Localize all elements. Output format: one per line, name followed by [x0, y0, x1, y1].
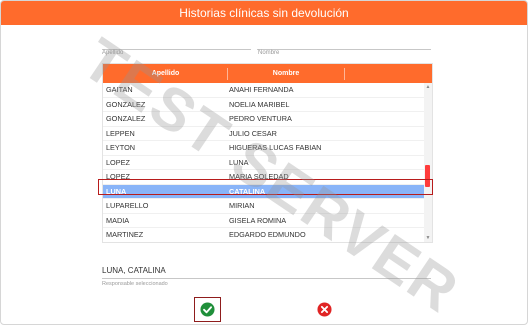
table-row[interactable]: MARTINEZ EDGARDO EDMUNDO	[103, 228, 424, 242]
table-row[interactable]: GAITAN ANAHI FERNANDA	[103, 83, 424, 98]
table-row[interactable]: LUPARELLO MIRIAN	[103, 199, 424, 214]
patients-table: Apellido Nombre GAITAN ANAHI FERNANDA GONZ…	[102, 63, 433, 243]
column-header-apellido[interactable]: Apellido	[103, 64, 228, 83]
table-row[interactable]: GONZALEZ PEDRO VENTURA	[103, 112, 424, 127]
apellido-label: Apellido	[102, 50, 124, 56]
cell-apellido: GAITAN	[106, 85, 133, 95]
table-row[interactable]: MADIA GISELA ROMINA	[103, 214, 424, 228]
confirm-button[interactable]	[194, 297, 221, 322]
table-row[interactable]: LEPPEN JULIO CESAR	[103, 127, 424, 141]
cell-nombre: ANAHI FERNANDA	[229, 85, 294, 95]
cancel-button[interactable]	[311, 297, 338, 322]
column-separator	[344, 68, 345, 80]
check-circle-icon	[200, 302, 215, 317]
cell-apellido: LOPEZ	[106, 172, 130, 182]
scroll-up-arrow-icon[interactable]: ▲	[425, 84, 431, 90]
table-row[interactable]: LOPEZ LUNA	[103, 156, 424, 170]
cell-apellido: GONZALEZ	[106, 114, 146, 124]
cell-nombre: HIGUERAS LUCAS FABIAN	[229, 143, 322, 153]
apellido-input[interactable]	[102, 31, 255, 52]
table-row[interactable]: LOPEZ MARIA SOLEDAD	[103, 170, 424, 185]
cell-nombre: MIRIAN	[229, 201, 255, 211]
cell-nombre: NOELIA MARIBEL	[229, 99, 290, 109]
dialog: Historias clínicas sin devolución Apelli…	[0, 0, 528, 325]
table-header: Apellido Nombre	[103, 64, 432, 83]
cell-nombre: GISELA ROMINA	[229, 215, 287, 225]
cell-nombre: CATALINA	[229, 186, 266, 196]
table-row[interactable]: GONZALEZ NOELIA MARIBEL	[103, 98, 424, 112]
scrollbar-thumb[interactable]	[425, 165, 430, 187]
cell-apellido: LOPEZ	[106, 157, 130, 167]
apellido-filter-field[interactable]	[102, 31, 255, 52]
selected-responsable-value: LUNA, CATALINA	[102, 266, 431, 279]
cell-nombre: EDGARDO EDMUNDO	[229, 230, 306, 240]
nombre-label: Nombre	[258, 50, 280, 56]
cell-apellido: MADIA	[106, 215, 130, 225]
cell-nombre: JULIO CESAR	[229, 128, 277, 138]
nombre-filter-field[interactable]	[257, 31, 435, 52]
cell-apellido: MARTINEZ	[106, 230, 144, 240]
cell-apellido: LUPARELLO	[106, 201, 149, 211]
cell-apellido: GONZALEZ	[106, 99, 146, 109]
nombre-input[interactable]	[257, 31, 435, 52]
dialog-title: Historias clínicas sin devolución	[1, 1, 527, 25]
cell-apellido: LEPPEN	[106, 128, 135, 138]
cell-nombre: MARIA SOLEDAD	[229, 172, 289, 182]
table-row[interactable]: LEYTON HIGUERAS LUCAS FABIAN	[103, 141, 424, 156]
column-header-nombre[interactable]: Nombre	[228, 64, 344, 83]
table-row-selected[interactable]: LUNA CATALINA	[103, 184, 424, 199]
cell-apellido: LEYTON	[106, 143, 136, 153]
selected-responsable-label: Responsable seleccionado	[102, 281, 168, 287]
table-body: GAITAN ANAHI FERNANDA GONZALEZ NOELIA MARIB…	[103, 83, 424, 242]
cell-nombre: LUNA	[229, 157, 249, 167]
scroll-down-arrow-icon[interactable]: ▼	[425, 235, 431, 241]
cell-nombre: PEDRO VENTURA	[229, 114, 292, 124]
x-circle-icon	[317, 302, 332, 317]
vertical-scrollbar[interactable]: ▲ ▼	[424, 83, 432, 242]
cell-apellido: LUNA	[106, 186, 127, 196]
